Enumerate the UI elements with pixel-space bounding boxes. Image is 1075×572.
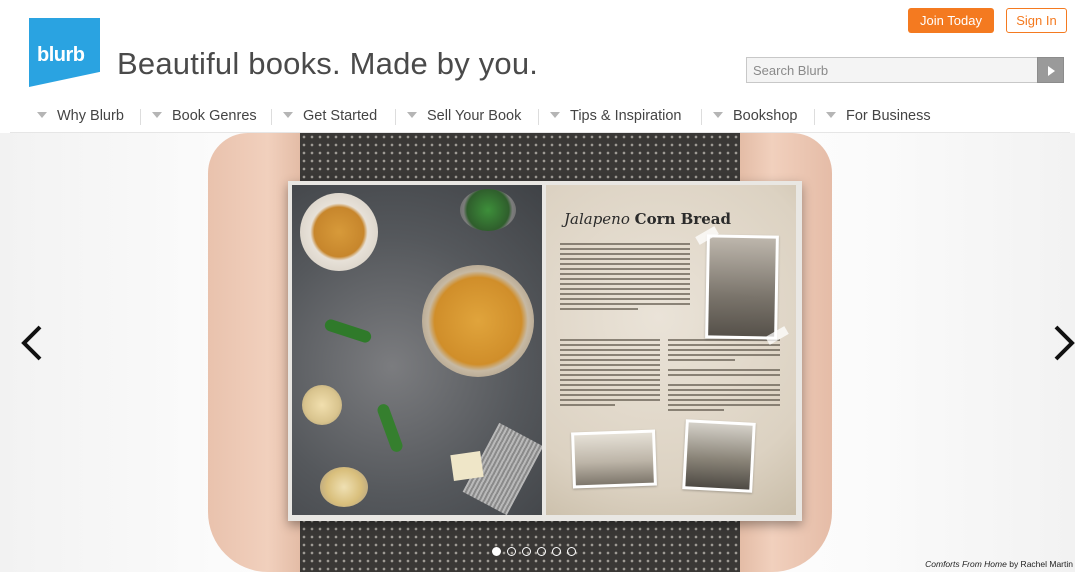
nav-item-why-blurb[interactable]: Why Blurb — [37, 102, 124, 132]
nav-item-book-genres[interactable]: Book Genres — [140, 102, 257, 132]
nav-item-tips-inspiration[interactable]: Tips & Inspiration — [538, 102, 682, 132]
tagline: Beautiful books. Made by you. — [117, 46, 539, 81]
nav-divider — [814, 109, 815, 125]
vintage-child-photo — [682, 419, 756, 493]
recipe-intro-text — [560, 243, 690, 313]
caret-down-icon — [407, 112, 417, 119]
cheese-block — [450, 451, 484, 481]
search-submit-button[interactable] — [1037, 57, 1064, 83]
carousel-dot[interactable] — [537, 547, 546, 557]
nav-item-label: Bookshop — [733, 108, 798, 124]
caret-down-icon — [713, 112, 723, 119]
nav-divider — [701, 109, 702, 125]
vintage-fishing-camp-photo — [571, 429, 657, 489]
nav-item-label: Tips & Inspiration — [570, 108, 682, 124]
nav-item-label: Book Genres — [172, 108, 257, 124]
caret-down-icon — [283, 112, 293, 119]
nav-item-label: For Business — [846, 108, 931, 124]
book-left-page-photo — [292, 185, 542, 515]
nav-divider — [140, 109, 141, 125]
carousel-prev-button[interactable] — [20, 323, 44, 363]
nav-divider — [538, 109, 539, 125]
butter-dish — [302, 385, 342, 425]
hero-book-image: Jalapeno Corn Bread — [288, 181, 802, 521]
search-bar — [746, 57, 1064, 83]
carousel-dot[interactable] — [492, 547, 501, 557]
sign-in-button[interactable]: Sign In — [1006, 8, 1067, 33]
hero-carousel: Jalapeno Corn Bread Comforts From Home b… — [0, 133, 1075, 572]
recipe-ingredients-text — [560, 339, 660, 409]
carousel-dot[interactable] — [567, 547, 576, 557]
nav-item-label: Get Started — [303, 108, 378, 124]
caret-down-icon — [152, 112, 162, 119]
nav-item-label: Why Blurb — [57, 108, 124, 124]
recipe-title-script: Jalapeno — [564, 210, 630, 228]
carousel-dot[interactable] — [552, 547, 561, 557]
jalapeno-pepper — [323, 317, 373, 345]
nav-item-sell-your-book[interactable]: Sell Your Book — [395, 102, 522, 132]
caption-author: by Rachel Martin — [1009, 559, 1073, 569]
recipe-method-text — [668, 339, 780, 414]
recipe-title-bold: Corn Bread — [634, 210, 731, 228]
blurb-logo[interactable]: blurb — [29, 18, 100, 87]
carousel-next-button[interactable] — [1052, 323, 1075, 363]
jalapeno-pepper — [375, 402, 405, 454]
caret-down-icon — [826, 112, 836, 119]
nav-divider — [271, 109, 272, 125]
nav-item-label: Sell Your Book — [427, 108, 522, 124]
carousel-dot[interactable] — [507, 547, 516, 557]
nav-item-for-business[interactable]: For Business — [814, 102, 931, 132]
cheese-bowl — [320, 467, 368, 507]
chevron-left-icon — [21, 325, 42, 361]
site-header: blurb Beautiful books. Made by you. Join… — [0, 0, 1075, 100]
caret-down-icon — [550, 112, 560, 119]
main-nav: Why Blurb Book Genres Get Started Sell Y… — [0, 102, 1075, 132]
caret-down-icon — [37, 112, 47, 119]
chevron-right-icon — [1054, 325, 1075, 361]
image-credit-caption: Comforts From Home by Rachel Martin — [925, 559, 1073, 569]
vintage-portrait-photo — [705, 234, 779, 340]
jalapeno-bowl — [460, 189, 516, 231]
search-input[interactable] — [746, 57, 1038, 83]
cornbread-pan — [422, 265, 534, 377]
caption-book-title: Comforts From Home — [925, 559, 1007, 569]
arrow-right-icon — [1048, 66, 1055, 76]
join-today-button[interactable]: Join Today — [908, 8, 994, 33]
book-right-page-recipe: Jalapeno Corn Bread — [546, 185, 796, 515]
carousel-pagination — [492, 543, 582, 557]
carousel-dot[interactable] — [522, 547, 531, 557]
nav-divider — [395, 109, 396, 125]
nav-item-get-started[interactable]: Get Started — [271, 102, 378, 132]
cornbread-plate — [300, 193, 378, 271]
recipe-title: Jalapeno Corn Bread — [564, 210, 731, 228]
logo-text: blurb — [37, 44, 85, 66]
nav-item-bookshop[interactable]: Bookshop — [701, 102, 798, 132]
